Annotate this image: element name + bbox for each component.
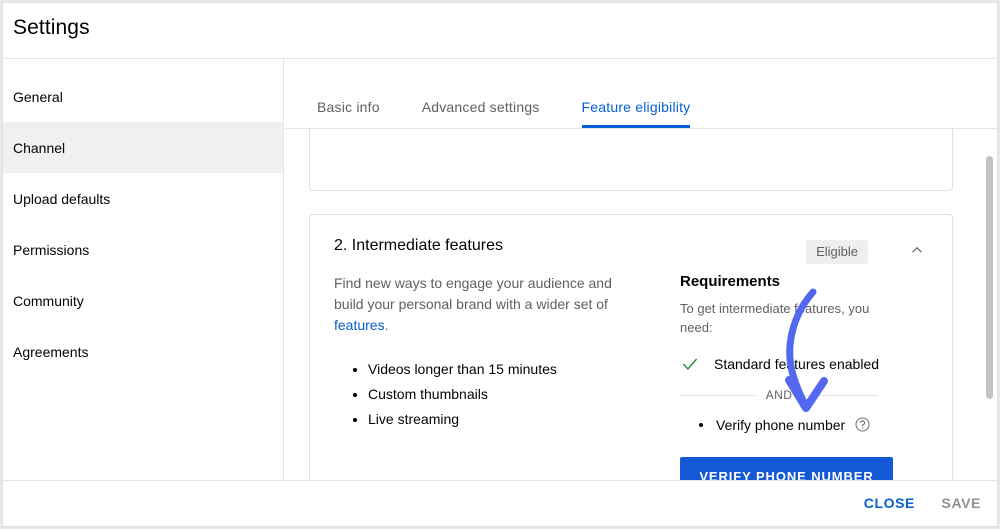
list-item: Videos longer than 15 minutes	[368, 357, 680, 382]
card-left-column: Find new ways to engage your audience an…	[310, 273, 680, 480]
card-title: 2. Intermediate features	[334, 237, 503, 254]
tab-feature-eligibility[interactable]: Feature eligibility	[581, 99, 691, 128]
help-circle-icon[interactable]	[854, 416, 871, 433]
check-icon	[680, 354, 700, 374]
sidebar-item-label: General	[13, 88, 63, 105]
divider-line-left	[680, 394, 755, 396]
dialog-footer: CLOSE SAVE	[3, 480, 997, 526]
settings-sidebar: General Channel Upload defaults Permissions…	[3, 59, 284, 480]
description-prefix: Find new ways to engage your audience an…	[334, 275, 612, 312]
sidebar-item-label: Agreements	[13, 343, 89, 360]
collapse-toggle-button[interactable]	[904, 239, 930, 265]
page-title: Settings	[13, 16, 90, 39]
sidebar-item-permissions[interactable]: Permissions	[3, 224, 283, 275]
settings-dialog: Settings General Channel Upload defaults Pe…	[2, 2, 998, 527]
sidebar-item-label: Permissions	[13, 241, 90, 258]
card-body: Find new ways to engage your audience an…	[310, 273, 952, 480]
sidebar-item-label: Community	[13, 292, 84, 309]
save-button: SAVE	[936, 494, 988, 512]
divider-line-right	[803, 394, 879, 396]
requirement-pending-label: Verify phone number	[716, 416, 846, 433]
card-description: Find new ways to engage your audience an…	[334, 273, 644, 336]
features-link[interactable]: features	[334, 317, 385, 333]
chevron-up-icon	[908, 241, 926, 264]
tab-basic-info[interactable]: Basic info	[317, 99, 380, 128]
and-divider: AND	[680, 388, 879, 402]
bullet-icon	[699, 422, 703, 427]
scrollbar-thumb[interactable]	[986, 156, 993, 399]
divider-label: AND	[765, 388, 793, 402]
description-suffix: .	[384, 317, 389, 333]
settings-content: Basic info Advanced settings Feature eligi…	[285, 59, 997, 480]
requirement-pending-row: Verify phone number	[680, 416, 930, 433]
requirements-panel: Requirements To get intermediate feature…	[680, 273, 930, 480]
previous-feature-card[interactable]	[309, 129, 953, 191]
requirement-met-label: Standard features enabled	[714, 356, 880, 372]
intermediate-features-card: 2. Intermediate features Eligible Find n…	[309, 214, 953, 480]
feature-list: Videos longer than 15 minutesCustom thum…	[334, 357, 680, 432]
requirements-subtext: To get intermediate features, you need:	[680, 301, 870, 335]
requirement-met-row: Standard features enabled	[680, 354, 930, 374]
dialog-header: Settings	[3, 3, 997, 59]
requirements-heading: Requirements	[680, 273, 781, 290]
content-scrollbar[interactable]	[984, 129, 995, 480]
content-scroll-area[interactable]: 2. Intermediate features Eligible Find n…	[285, 129, 997, 480]
sidebar-item-upload-defaults[interactable]: Upload defaults	[3, 173, 283, 224]
sidebar-item-label: Channel	[13, 139, 66, 156]
sidebar-item-community[interactable]: Community	[3, 275, 283, 326]
list-item: Live streaming	[368, 407, 680, 432]
tab-bar: Basic info Advanced settings Feature eligi…	[285, 59, 997, 129]
sidebar-item-agreements[interactable]: Agreements	[3, 326, 283, 377]
status-badge: Eligible	[806, 240, 868, 264]
close-button[interactable]: CLOSE	[858, 494, 921, 512]
sidebar-nav-list: General Channel Upload defaults Permissions…	[3, 59, 283, 377]
sidebar-item-channel[interactable]: Channel	[3, 122, 283, 173]
tab-advanced-settings[interactable]: Advanced settings	[422, 99, 540, 128]
sidebar-item-label: Upload defaults	[13, 190, 111, 207]
verify-phone-number-button[interactable]: VERIFY PHONE NUMBER	[680, 457, 893, 480]
sidebar-item-general[interactable]: General	[3, 71, 283, 122]
list-item: Custom thumbnails	[368, 382, 680, 407]
